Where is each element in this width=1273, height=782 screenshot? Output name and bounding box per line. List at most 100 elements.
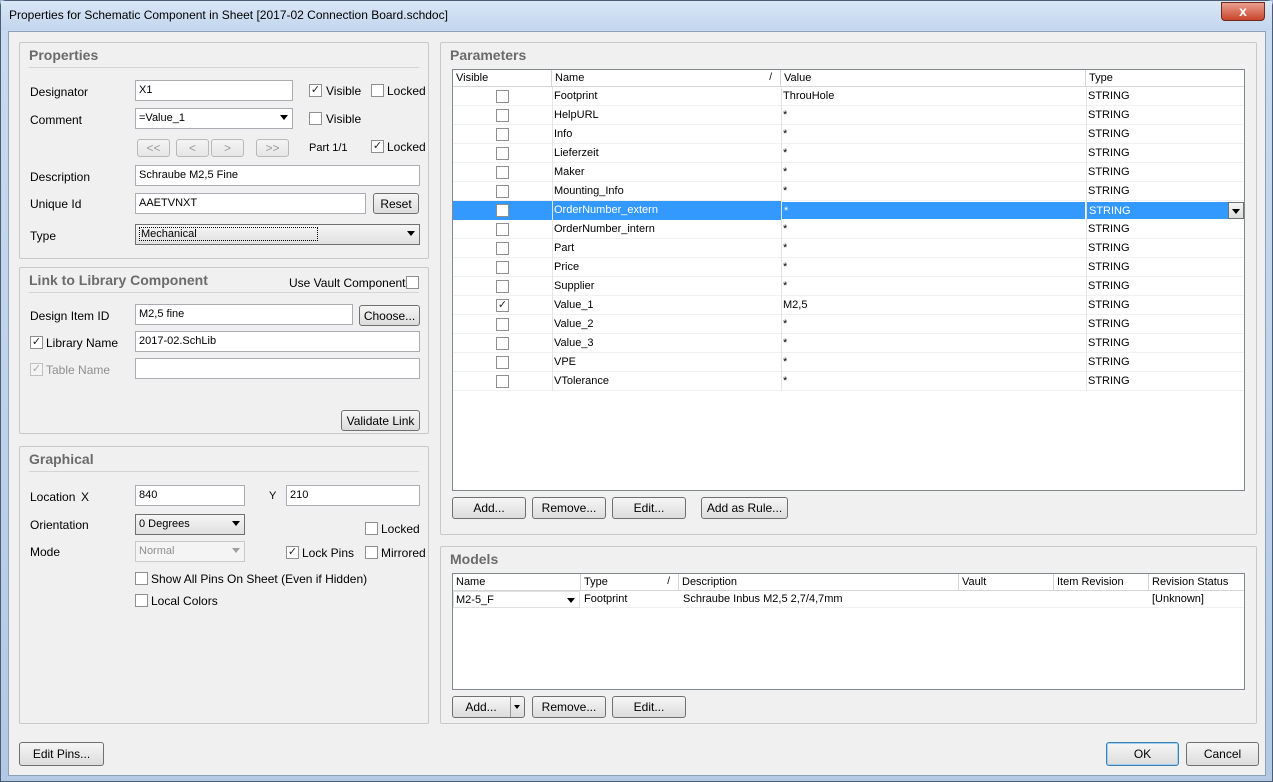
parameter-type-cell[interactable]: STRING	[1086, 87, 1244, 106]
parameter-type-cell[interactable]: STRING	[1086, 106, 1244, 125]
column-header-type[interactable]: Type	[1086, 70, 1244, 87]
type-dropdown-button[interactable]	[1228, 202, 1244, 219]
cancel-button[interactable]: Cancel	[1186, 742, 1259, 766]
comment-combobox[interactable]: =Value_1	[135, 108, 293, 129]
models-grid[interactable]: Name Type / Description Vault Item Revisi…	[452, 573, 1245, 690]
column-header-visible[interactable]: Visible	[453, 70, 552, 87]
parameter-type-cell[interactable]: STRING	[1086, 334, 1244, 353]
model-column-header-name[interactable]: Name	[453, 574, 581, 591]
column-header-name[interactable]: Name /	[552, 70, 781, 87]
parameter-value-cell[interactable]: *	[781, 239, 1086, 258]
parameter-row[interactable]: Footprint ThrouHole STRING	[453, 87, 1244, 106]
parameter-value-cell[interactable]: *	[781, 334, 1086, 353]
parameter-row[interactable]: Lieferzeit * STRING	[453, 144, 1244, 163]
designator-locked-checkbox[interactable]	[371, 84, 384, 97]
parameter-type-cell[interactable]: STRING	[1086, 182, 1244, 201]
parameter-type-cell[interactable]: STRING	[1086, 201, 1244, 220]
parameter-row[interactable]: Mounting_Info * STRING	[453, 182, 1244, 201]
parameter-row[interactable]: Value_2 * STRING	[453, 315, 1244, 334]
parameter-type-cell[interactable]: STRING	[1086, 163, 1244, 182]
parameter-value-cell[interactable]: M2,5	[781, 296, 1086, 315]
parameter-visible-checkbox[interactable]	[496, 204, 509, 217]
parameters-add-button[interactable]: Add...	[452, 497, 526, 519]
parameter-value-cell[interactable]: *	[781, 258, 1086, 277]
part-locked-checkbox[interactable]: ✓	[371, 140, 384, 153]
graphical-locked-checkbox[interactable]	[365, 522, 378, 535]
parameter-row[interactable]: ✓ Value_1 M2,5 STRING	[453, 296, 1244, 315]
parameter-visible-checkbox[interactable]	[496, 375, 509, 388]
close-button[interactable]: x	[1221, 2, 1265, 21]
table-name-checkbox[interactable]: ✓	[30, 363, 43, 376]
library-name-checkbox[interactable]: ✓	[30, 336, 43, 349]
library-name-input[interactable]: 2017-02.SchLib	[135, 331, 420, 352]
model-column-header-vault[interactable]: Vault	[959, 574, 1054, 591]
parameter-value-cell[interactable]: *	[781, 144, 1086, 163]
description-input[interactable]: Schraube M2,5 Fine	[135, 165, 420, 186]
parameter-type-cell[interactable]: STRING	[1086, 220, 1244, 239]
reset-button[interactable]: Reset	[373, 193, 419, 214]
parameter-visible-checkbox[interactable]	[496, 185, 509, 198]
chevron-down-icon[interactable]	[514, 705, 520, 709]
mirrored-checkbox[interactable]	[365, 546, 378, 559]
use-vault-checkbox[interactable]	[406, 276, 419, 289]
parameter-row[interactable]: Value_3 * STRING	[453, 334, 1244, 353]
designator-visible-checkbox[interactable]: ✓	[309, 84, 322, 97]
parameter-type-cell[interactable]: STRING	[1086, 239, 1244, 258]
parameter-value-cell[interactable]: *	[781, 201, 1086, 220]
add-as-rule-button[interactable]: Add as Rule...	[701, 497, 788, 519]
edit-pins-button[interactable]: Edit Pins...	[19, 742, 104, 766]
parameter-row[interactable]: Part * STRING	[453, 239, 1244, 258]
lock-pins-checkbox[interactable]: ✓	[286, 546, 299, 559]
parameter-visible-checkbox[interactable]	[496, 356, 509, 369]
parameter-visible-checkbox[interactable]	[496, 280, 509, 293]
parameter-value-cell[interactable]: *	[781, 182, 1086, 201]
ok-button[interactable]: OK	[1106, 742, 1179, 766]
parameter-visible-checkbox[interactable]	[496, 242, 509, 255]
designator-input[interactable]: X1	[135, 80, 293, 101]
validate-link-button[interactable]: Validate Link	[341, 410, 420, 431]
parameter-visible-checkbox[interactable]	[496, 109, 509, 122]
parameters-edit-button[interactable]: Edit...	[612, 497, 686, 519]
parameter-visible-checkbox[interactable]: ✓	[496, 299, 509, 312]
parameter-type-cell[interactable]: STRING	[1086, 372, 1244, 391]
parameter-value-cell[interactable]: *	[781, 353, 1086, 372]
parameter-visible-checkbox[interactable]	[496, 337, 509, 350]
parameter-type-cell[interactable]: STRING	[1086, 258, 1244, 277]
column-header-value[interactable]: Value	[781, 70, 1086, 87]
parameters-grid[interactable]: Visible Name / Value Type Footprint ThrouH…	[452, 69, 1245, 491]
models-remove-button[interactable]: Remove...	[532, 696, 606, 718]
parameter-type-cell[interactable]: STRING	[1086, 315, 1244, 334]
parameter-value-cell[interactable]: *	[781, 163, 1086, 182]
models-add-button[interactable]: Add...	[452, 696, 525, 718]
parameter-visible-checkbox[interactable]	[496, 90, 509, 103]
parameter-type-cell[interactable]: STRING	[1086, 125, 1244, 144]
show-all-pins-checkbox[interactable]	[135, 572, 148, 585]
model-name-select[interactable]: M2-5_F	[453, 591, 580, 608]
parameter-value-cell[interactable]: ThrouHole	[781, 87, 1086, 106]
last-part-button[interactable]: >>	[256, 139, 289, 157]
mode-select[interactable]: Normal	[135, 541, 245, 562]
parameter-row[interactable]: OrderNumber_intern * STRING	[453, 220, 1244, 239]
parameter-value-cell[interactable]: *	[781, 372, 1086, 391]
model-column-header-type[interactable]: Type /	[581, 574, 679, 591]
parameter-value-cell[interactable]: *	[781, 106, 1086, 125]
parameter-value-cell[interactable]: *	[781, 315, 1086, 334]
type-select[interactable]: Mechanical	[135, 224, 420, 245]
parameter-row[interactable]: VPE * STRING	[453, 353, 1244, 372]
next-part-button[interactable]: >	[211, 139, 244, 157]
parameter-type-cell[interactable]: STRING	[1086, 277, 1244, 296]
parameter-visible-checkbox[interactable]	[496, 223, 509, 236]
location-y-input[interactable]: 210	[286, 485, 420, 506]
parameter-visible-checkbox[interactable]	[496, 147, 509, 160]
choose-button[interactable]: Choose...	[359, 305, 420, 326]
parameter-row[interactable]: OrderNumber_extern * STRING	[453, 201, 1244, 220]
parameter-row[interactable]: Maker * STRING	[453, 163, 1244, 182]
parameter-value-cell[interactable]: *	[781, 220, 1086, 239]
parameter-value-cell[interactable]: *	[781, 125, 1086, 144]
model-row[interactable]: M2-5_F Footprint Schraube Inbus M2,5 2,7…	[453, 591, 1244, 608]
table-name-input[interactable]	[135, 358, 420, 379]
parameter-visible-checkbox[interactable]	[496, 261, 509, 274]
parameter-value-cell[interactable]: *	[781, 277, 1086, 296]
parameter-type-cell[interactable]: STRING	[1086, 353, 1244, 372]
parameter-row[interactable]: Info * STRING	[453, 125, 1244, 144]
